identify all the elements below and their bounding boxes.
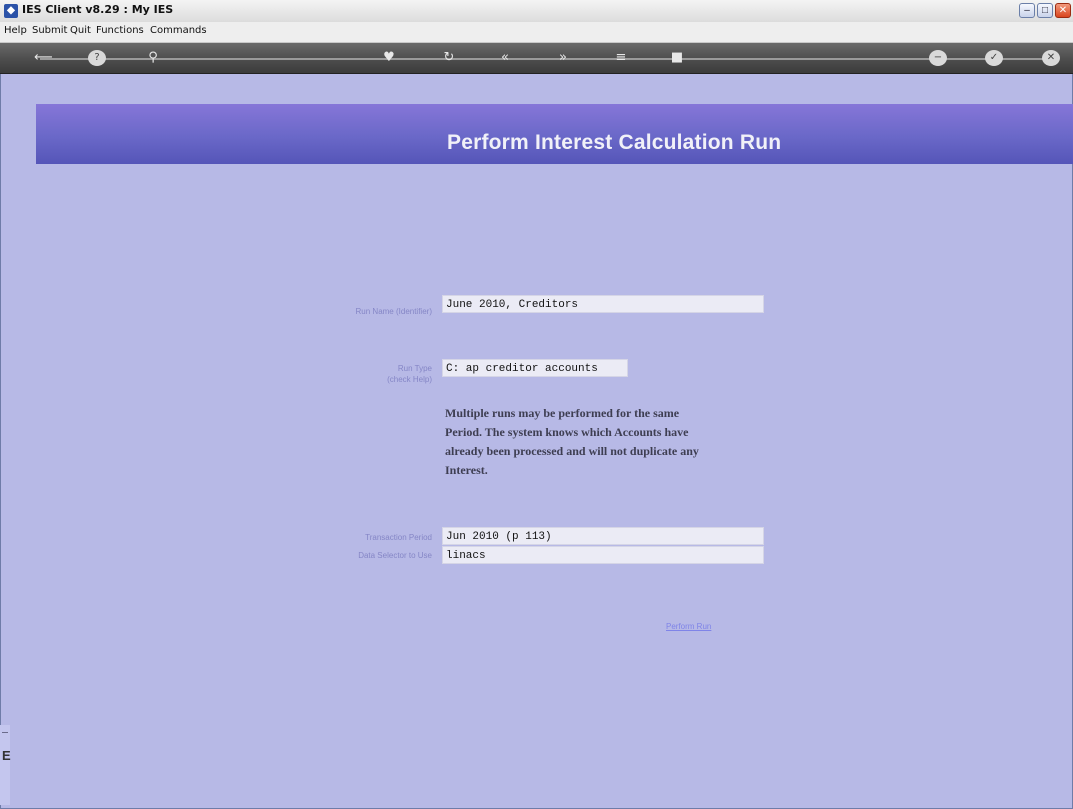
- run-type-field[interactable]: C: ap creditor accounts: [442, 359, 628, 377]
- toolbar: ⟵ ? ⚲ ♥ ↻ « » ≡ ■ − ✓ ✕: [0, 43, 1073, 74]
- run-type-label: Run Type: [397, 364, 432, 373]
- page-title: Perform Interest Calculation Run: [447, 131, 782, 154]
- minus-icon[interactable]: −: [929, 50, 947, 66]
- menu-bar: Help Submit Quit Functions Commands: [0, 22, 1073, 43]
- close-icon[interactable]: ✕: [1042, 50, 1060, 66]
- search-icon[interactable]: ⚲: [144, 49, 162, 67]
- check-icon[interactable]: ✓: [985, 50, 1003, 66]
- menu-commands[interactable]: Commands: [150, 25, 207, 36]
- run-name-label: Run Name (Identifier): [355, 307, 432, 316]
- window-title: IES Client v8.29 : My IES: [22, 3, 174, 16]
- run-help-text: Multiple runs may be performed for the s…: [445, 406, 699, 477]
- transaction-period-label: Transaction Period: [365, 533, 432, 542]
- stop-icon[interactable]: ■: [668, 49, 686, 67]
- data-selector-field[interactable]: linacs: [442, 546, 764, 564]
- toolbar-divider: [40, 58, 1053, 60]
- side-divider: [2, 732, 8, 733]
- close-window-button[interactable]: ✕: [1055, 3, 1071, 18]
- data-selector-label: Data Selector to Use: [358, 551, 432, 560]
- minimize-button[interactable]: –: [1019, 3, 1035, 18]
- perform-run-link[interactable]: Perform Run: [666, 622, 711, 631]
- previous-icon[interactable]: «: [496, 49, 514, 67]
- refresh-icon[interactable]: ↻: [440, 49, 458, 67]
- title-bar: ◆ IES Client v8.29 : My IES – □ ✕: [0, 0, 1073, 23]
- run-type-hint: (check Help): [387, 375, 432, 384]
- back-arrow-icon[interactable]: ⟵: [34, 49, 53, 67]
- menu-quit[interactable]: Quit: [70, 25, 91, 36]
- header-band: Perform Interest Calculation Run: [36, 104, 1073, 164]
- next-icon[interactable]: »: [554, 49, 572, 67]
- menu-functions[interactable]: Functions: [96, 25, 144, 36]
- side-panel: [0, 725, 10, 805]
- transaction-period-field[interactable]: Jun 2010 (p 113): [442, 527, 764, 545]
- run-name-field[interactable]: June 2010, Creditors: [442, 295, 764, 313]
- app-logo-icon: ◆: [4, 4, 18, 18]
- menu-help[interactable]: Help: [4, 25, 27, 36]
- help-icon[interactable]: ?: [88, 50, 106, 66]
- heart-icon[interactable]: ♥: [380, 49, 398, 67]
- side-letter: E: [2, 748, 11, 763]
- maximize-button[interactable]: □: [1037, 3, 1053, 18]
- menu-submit[interactable]: Submit: [32, 25, 67, 36]
- list-icon[interactable]: ≡: [612, 49, 630, 67]
